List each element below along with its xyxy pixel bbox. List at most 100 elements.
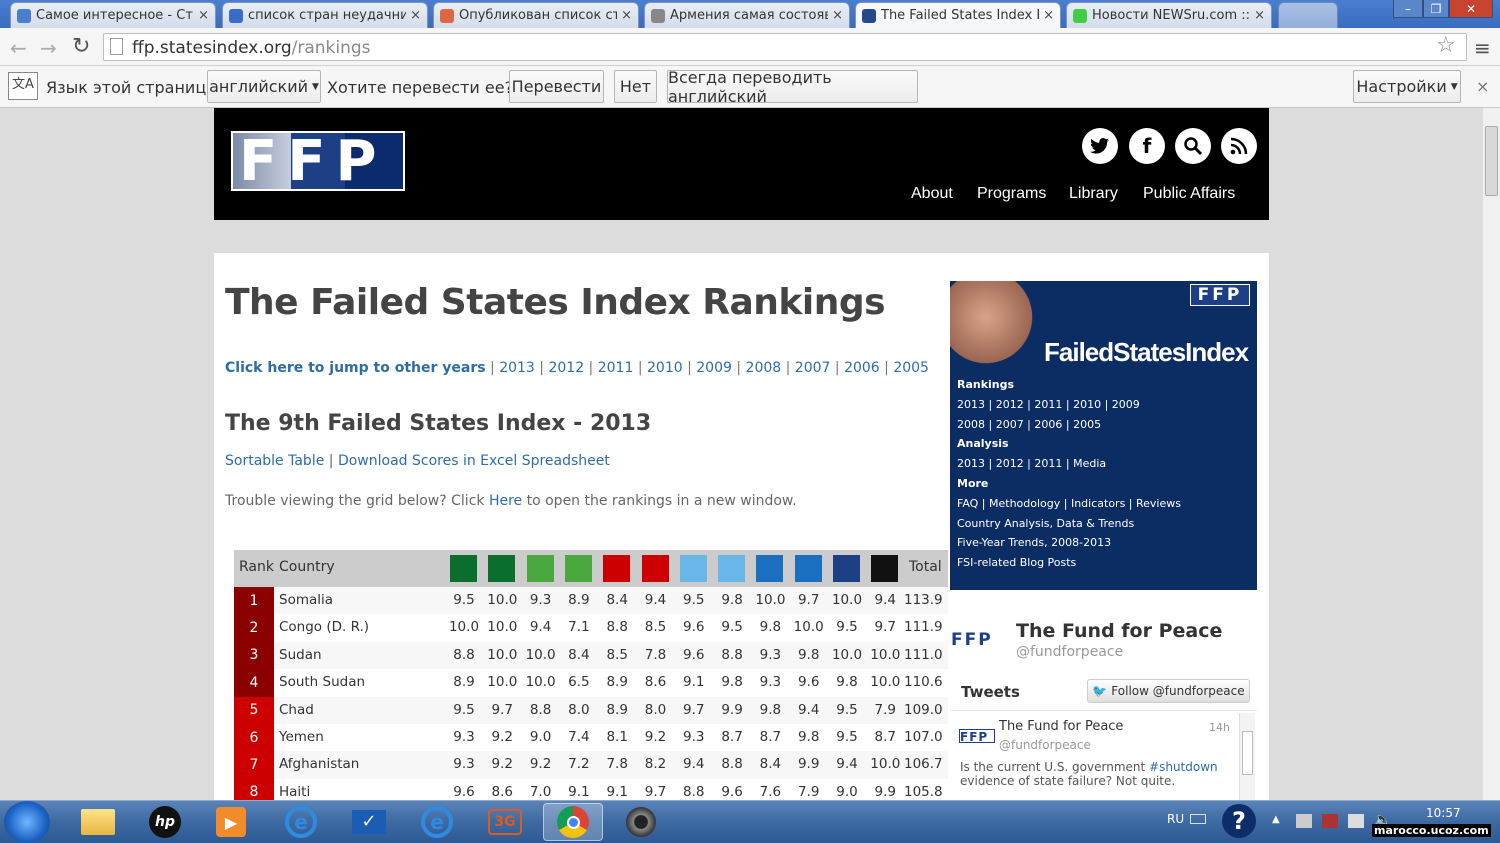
- sortable-table-link[interactable]: Sortable Table: [225, 453, 324, 469]
- country-cell[interactable]: Sudan: [279, 647, 322, 663]
- translate-button[interactable]: Перевести: [509, 70, 604, 103]
- country-header[interactable]: Country: [279, 559, 335, 575]
- internet-explorer-icon[interactable]: e: [271, 803, 331, 841]
- maximize-button[interactable]: ❐: [1423, 0, 1449, 18]
- demographic-pressures-icon[interactable]: [450, 555, 477, 582]
- tab-2[interactable]: список стран неудачник ×: [222, 2, 428, 28]
- close-icon[interactable]: ×: [410, 8, 421, 23]
- reload-icon[interactable]: ↻: [72, 34, 90, 59]
- forward-icon[interactable]: →: [40, 36, 57, 60]
- nav-library[interactable]: Library: [1069, 185, 1118, 203]
- twitter-account-name[interactable]: The Fund for Peace: [1016, 620, 1222, 642]
- minimize-button[interactable]: –: [1393, 0, 1423, 18]
- country-cell[interactable]: Afghanistan: [279, 756, 359, 772]
- rss-icon[interactable]: [1221, 128, 1257, 164]
- country-cell[interactable]: Congo (D. R.): [279, 619, 369, 635]
- follow-button[interactable]: 🐦 Follow @fundforpeace: [1087, 679, 1250, 703]
- task-app-icon[interactable]: ✓: [339, 803, 399, 841]
- twitter-icon[interactable]: [1082, 128, 1118, 164]
- tweet-time[interactable]: 14h: [1209, 721, 1230, 734]
- language-indicator[interactable]: RU: [1167, 812, 1184, 826]
- help-icon[interactable]: ?: [1222, 804, 1256, 838]
- chrome-icon[interactable]: [543, 803, 603, 841]
- year-link-2005[interactable]: 2005: [893, 360, 929, 376]
- clock[interactable]: 10:57: [1426, 806, 1461, 820]
- close-icon[interactable]: ×: [621, 8, 632, 23]
- country-cell[interactable]: Haiti: [279, 784, 310, 800]
- tab-1[interactable]: Самое интересное - Стр ×: [10, 2, 216, 28]
- tab-3[interactable]: Опубликован список стр ×: [433, 2, 639, 28]
- human-flight-icon[interactable]: [564, 555, 592, 582]
- search-icon[interactable]: [1175, 128, 1211, 164]
- security-apparatus-icon[interactable]: [794, 555, 822, 582]
- sidebar-more-line4[interactable]: FSI-related Blog Posts: [957, 556, 1076, 569]
- hp-icon[interactable]: hp: [135, 803, 195, 841]
- explorer-icon[interactable]: [68, 803, 128, 841]
- year-link-2006[interactable]: 2006: [844, 360, 880, 376]
- no-button[interactable]: Нет: [614, 70, 657, 103]
- close-icon[interactable]: ×: [1043, 8, 1054, 23]
- year-link-2012[interactable]: 2012: [548, 360, 584, 376]
- media-player-icon[interactable]: ▶: [201, 803, 261, 841]
- sidebar-analysis-line[interactable]: 2013 | 2012 | 2011 | Media: [957, 457, 1106, 470]
- close-translate-icon[interactable]: ×: [1476, 77, 1489, 96]
- close-icon[interactable]: ×: [1254, 8, 1265, 23]
- year-link-2007[interactable]: 2007: [795, 360, 831, 376]
- 3g-modem-icon[interactable]: 3G: [475, 803, 535, 841]
- download-scores-link[interactable]: Download Scores in Excel Spreadsheet: [338, 453, 610, 469]
- uneven-development-icon[interactable]: [603, 555, 631, 582]
- country-cell[interactable]: Yemen: [279, 729, 324, 745]
- start-button[interactable]: [4, 801, 50, 843]
- group-grievance-icon[interactable]: [526, 555, 554, 582]
- sidebar-more-line1[interactable]: FAQ | Methodology | Indicators | Reviews: [957, 497, 1181, 510]
- keyboard-icon[interactable]: [1190, 814, 1206, 824]
- sidebar-more-line2[interactable]: Country Analysis, Data & Trends: [957, 517, 1134, 530]
- year-link-2011[interactable]: 2011: [598, 360, 634, 376]
- tab-4[interactable]: Армения самая состоявш ×: [644, 2, 850, 28]
- factionalized-elites-icon[interactable]: [833, 555, 860, 582]
- ffp-logo[interactable]: FFP: [231, 131, 405, 191]
- tweet-author[interactable]: The Fund for Peace: [999, 719, 1123, 734]
- country-cell[interactable]: Somalia: [279, 592, 333, 608]
- year-link-2010[interactable]: 2010: [647, 360, 683, 376]
- page-scrollbar[interactable]: [1482, 108, 1500, 800]
- camera-app-icon[interactable]: [611, 803, 671, 841]
- nav-public-affairs[interactable]: Public Affairs: [1143, 185, 1235, 203]
- internet-explorer-icon-2[interactable]: e: [407, 803, 467, 841]
- action-center-icon[interactable]: [1296, 814, 1312, 828]
- state-legitimacy-icon[interactable]: [679, 555, 707, 582]
- settings-select[interactable]: Настройки ▼: [1353, 70, 1461, 103]
- network-icon[interactable]: [1348, 814, 1364, 828]
- tab-6[interactable]: Новости NEWSru.com :: F ×: [1066, 2, 1272, 28]
- tab-5-active[interactable]: The Failed States Index Ra ×: [855, 2, 1061, 28]
- economic-decline-icon[interactable]: [641, 555, 669, 582]
- external-intervention-icon[interactable]: [871, 555, 899, 582]
- nav-about[interactable]: About: [911, 185, 953, 203]
- public-services-icon[interactable]: [718, 555, 746, 582]
- open-rankings-link[interactable]: Here: [489, 493, 522, 509]
- total-header[interactable]: Total: [909, 559, 942, 575]
- sidebar-rankings-line1[interactable]: 2013 | 2012 | 2011 | 2010 | 2009: [957, 398, 1140, 411]
- scroll-thumb[interactable]: [1485, 126, 1498, 196]
- close-icon[interactable]: ×: [198, 8, 209, 23]
- always-translate-button[interactable]: Всегда переводить английский: [667, 68, 918, 106]
- country-cell[interactable]: South Sudan: [279, 674, 365, 690]
- tweet-scrollbar[interactable]: [1239, 713, 1255, 800]
- human-rights-icon[interactable]: [756, 555, 784, 582]
- rank-header[interactable]: Rank: [239, 559, 274, 575]
- twitter-handle[interactable]: @fundforpeace: [1016, 644, 1123, 660]
- tray-expand-icon[interactable]: ▲: [1272, 814, 1280, 825]
- antivirus-icon[interactable]: [1322, 814, 1338, 828]
- refugees-icon[interactable]: [488, 555, 516, 582]
- sidebar-more-line3[interactable]: Five-Year Trends, 2008-2013: [957, 536, 1111, 549]
- language-select[interactable]: английский ▼: [207, 70, 321, 103]
- year-link-2013[interactable]: 2013: [499, 360, 535, 376]
- menu-icon[interactable]: ≡: [1474, 36, 1491, 60]
- country-cell[interactable]: Chad: [279, 702, 314, 718]
- jump-years-link[interactable]: Click here to jump to other years: [225, 360, 486, 376]
- address-bar[interactable]: ffp.statesindex.org/rankings: [103, 33, 1467, 61]
- nav-programs[interactable]: Programs: [977, 185, 1046, 203]
- tweet-handle[interactable]: @fundforpeace: [999, 738, 1091, 752]
- window-close-button[interactable]: ✕: [1449, 0, 1493, 18]
- bookmark-star-icon[interactable]: ☆: [1436, 33, 1456, 58]
